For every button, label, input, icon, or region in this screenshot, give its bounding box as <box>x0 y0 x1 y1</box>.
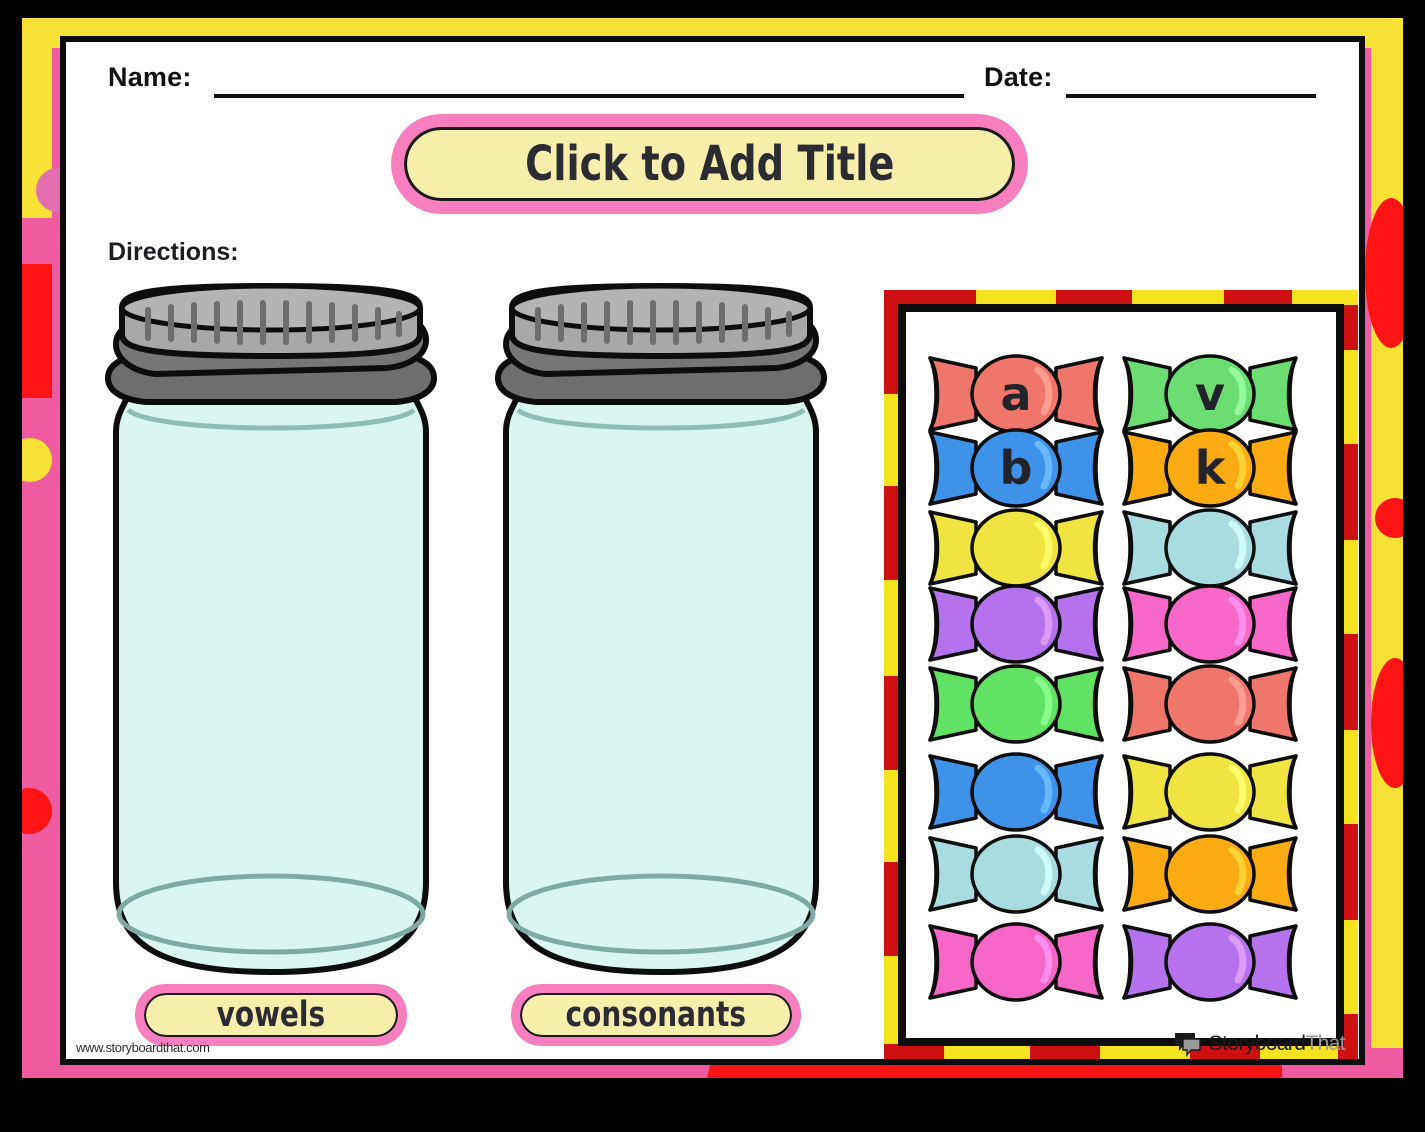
candy-blank-12[interactable] <box>916 828 1116 920</box>
frame-stripe-top-3 <box>1292 290 1358 305</box>
site-watermark: www.storyboardthat.com <box>76 1040 210 1055</box>
brand-wordmark-secondary: That <box>1305 1032 1345 1055</box>
jar-label-banner-vowels[interactable]: vowels <box>135 984 407 1046</box>
frame-stripe-right-2 <box>1343 540 1358 634</box>
brand-wordmark: StoryboardThat <box>1208 1032 1346 1056</box>
name-date-row: Name: Date: <box>66 42 1359 112</box>
jar-label-banner-consonants[interactable]: consonants <box>511 984 801 1046</box>
jar-consonants[interactable] <box>476 282 846 992</box>
candy-blank-6[interactable] <box>916 578 1116 670</box>
speech-bubble-icon <box>1173 1031 1203 1057</box>
name-label: Name: <box>108 62 192 92</box>
candy-blank-8[interactable] <box>916 658 1116 750</box>
candy-blank-10[interactable] <box>916 746 1116 838</box>
jar-label-vowels: vowels <box>216 995 326 1035</box>
candy-blank-15[interactable] <box>1110 916 1310 1008</box>
frame-stripe-right-3 <box>1343 730 1358 824</box>
jar-label-consonants: consonants <box>565 995 747 1035</box>
brand-wordmark-primary: Storyboard <box>1208 1032 1306 1055</box>
date-label: Date: <box>984 62 1053 92</box>
frame-stripe-right-1 <box>1343 350 1358 444</box>
worksheet-page: Name: Date: Click to Add Title Direction… <box>0 0 1425 1132</box>
frame-stripe-right-4 <box>1343 920 1358 1014</box>
date-input-line[interactable] <box>1066 94 1316 98</box>
frame-stripe-top-1 <box>976 290 1056 305</box>
frame-stripe-bottom-1 <box>944 1045 1030 1059</box>
frame-stripe-left-3 <box>884 770 899 862</box>
band-left-red <box>22 264 52 398</box>
frame-stripe-left-1 <box>884 394 899 486</box>
frame-stripe-left-4 <box>884 956 899 1044</box>
brand-logo[interactable]: StoryboardThat <box>1173 1031 1346 1057</box>
candy-grid: avbk <box>906 312 1336 1038</box>
candy-blank-13[interactable] <box>1110 828 1310 920</box>
candy-blank-11[interactable] <box>1110 746 1310 838</box>
candy-blank-9[interactable] <box>1110 658 1310 750</box>
jar-vowels[interactable] <box>86 282 456 992</box>
candy-bank-panel[interactable]: avbk <box>884 290 1358 1059</box>
candy-b[interactable]: b <box>916 422 1116 514</box>
directions-label: Directions: <box>108 238 239 266</box>
frame-stripe-top-2 <box>1132 290 1224 305</box>
title-banner-text: Click to Add Title <box>524 136 895 192</box>
candy-blank-7[interactable] <box>1110 578 1310 670</box>
name-input-line[interactable] <box>214 94 964 98</box>
worksheet-sheet: Name: Date: Click to Add Title Direction… <box>66 42 1359 1059</box>
band-right-yellow <box>1371 18 1403 1078</box>
candy-blank-14[interactable] <box>916 916 1116 1008</box>
frame-stripe-left-2 <box>884 580 899 676</box>
candy-k[interactable]: k <box>1110 422 1310 514</box>
title-banner[interactable]: Click to Add Title <box>391 114 1028 214</box>
